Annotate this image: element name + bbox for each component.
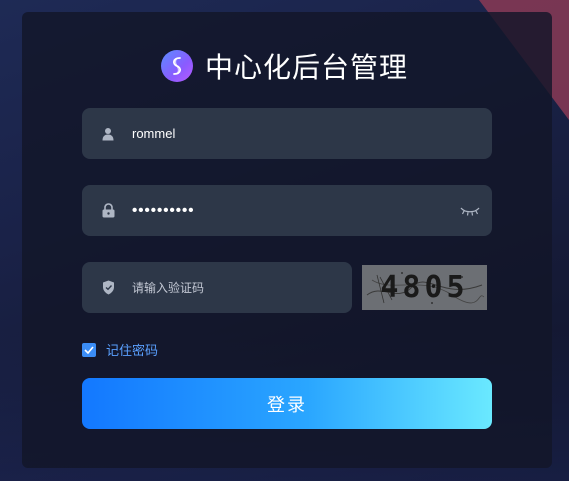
captcha-input[interactable] (132, 280, 332, 295)
user-icon (100, 126, 116, 142)
captcha-field[interactable] (82, 262, 352, 313)
username-value: rommel (132, 126, 176, 141)
password-value: •••••••••• (132, 202, 195, 219)
eye-closed-icon[interactable] (460, 203, 480, 222)
password-field[interactable]: •••••••••• (82, 185, 492, 236)
remember-password-checkbox[interactable]: 记住密码 (82, 340, 158, 359)
checkbox-checked-icon[interactable] (82, 342, 96, 357)
header: 中心化后台管理 (0, 46, 569, 86)
shield-icon (100, 280, 116, 296)
captcha-text: 4805 (380, 270, 469, 305)
remember-password-label: 记住密码 (106, 344, 159, 359)
logo-icon (160, 50, 193, 82)
username-field[interactable]: rommel (82, 108, 492, 159)
lock-icon (100, 203, 116, 219)
captcha-image[interactable]: 4805 (362, 265, 487, 310)
login-button[interactable]: 登录 (82, 378, 492, 429)
page-title: 中心化后台管理 (204, 51, 408, 84)
